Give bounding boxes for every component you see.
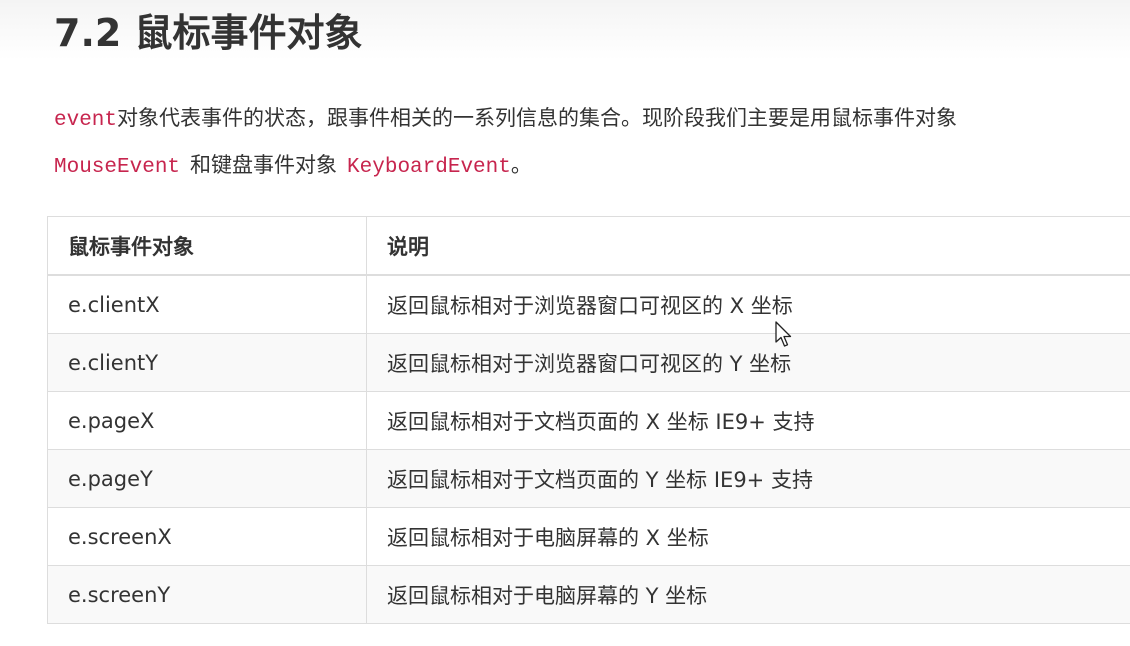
table-row: e.clientY 返回鼠标相对于浏览器窗口可视区的 Y 坐标 [47,333,1130,392]
property-name: e.pageY [47,449,367,508]
property-name: e.clientY [47,333,367,392]
code-event: event [54,109,118,132]
column-header-description: 说明 [366,216,1130,276]
intro-text-3: 。 [510,153,532,177]
property-name: e.clientX [47,274,367,334]
mouse-pointer-icon [775,321,792,347]
table-row: e.screenX 返回鼠标相对于电脑屏幕的 X 坐标 [47,507,1130,566]
property-description: 返回鼠标相对于浏览器窗口可视区的 Y 坐标 [366,333,1130,392]
table-row: e.pageY 返回鼠标相对于文档页面的 Y 坐标 IE9+ 支持 [47,449,1130,508]
intro-text-2: 和键盘事件对象 [190,153,338,177]
code-keyboard-event: KeyboardEvent [347,156,511,179]
property-description: 返回鼠标相对于文档页面的 Y 坐标 IE9+ 支持 [366,449,1130,508]
property-description: 返回鼠标相对于浏览器窗口可视区的 X 坐标 [366,274,1130,334]
table-row: e.pageX 返回鼠标相对于文档页面的 X 坐标 IE9+ 支持 [47,391,1130,450]
property-name: e.screenY [47,565,367,624]
document-page: 7.2 鼠标事件对象 event对象代表事件的状态，跟事件相关的一系列信息的集合… [0,0,1130,646]
table-header-row: 鼠标事件对象 说明 [47,216,1130,276]
table-row: e.clientX 返回鼠标相对于浏览器窗口可视区的 X 坐标 [47,274,1130,334]
property-name: e.pageX [47,391,367,450]
property-description: 返回鼠标相对于文档页面的 X 坐标 IE9+ 支持 [366,391,1130,450]
property-description: 返回鼠标相对于电脑屏幕的 Y 坐标 [366,565,1130,624]
code-mouse-event: MouseEvent [54,156,181,179]
property-description: 返回鼠标相对于电脑屏幕的 X 坐标 [366,507,1130,566]
intro-paragraph: event对象代表事件的状态，跟事件相关的一系列信息的集合。现阶段我们主要是用鼠… [54,96,1130,190]
column-header-object: 鼠标事件对象 [47,216,367,276]
table-row: e.screenY 返回鼠标相对于电脑屏幕的 Y 坐标 [47,565,1130,624]
intro-text-1: 对象代表事件的状态，跟事件相关的一系列信息的集合。现阶段我们主要是用鼠标事件对象 [117,106,958,130]
mouse-event-table: 鼠标事件对象 说明 e.clientX 返回鼠标相对于浏览器窗口可视区的 X 坐… [47,216,1130,624]
property-name: e.screenX [47,507,367,566]
page-title: 7.2 鼠标事件对象 [54,11,363,55]
